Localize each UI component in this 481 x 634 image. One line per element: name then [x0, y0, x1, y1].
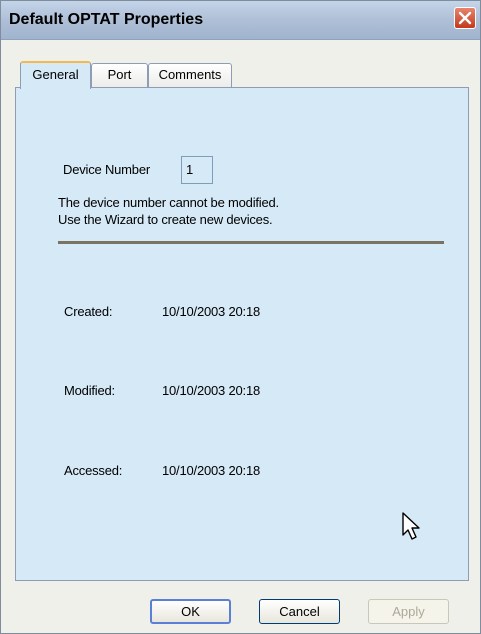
ok-button[interactable]: OK: [150, 599, 231, 624]
properties-dialog: Default OPTAT Properties General Port Co…: [0, 0, 481, 634]
window-title: Default OPTAT Properties: [9, 11, 204, 28]
tab-comments[interactable]: Comments: [148, 63, 232, 87]
tab-general[interactable]: General: [20, 61, 91, 89]
device-number-note-line2: Use the Wizard to create new devices.: [58, 212, 273, 227]
created-value: 10/10/2003 20:18: [162, 304, 261, 319]
apply-button[interactable]: Apply: [368, 599, 449, 624]
device-number-field: 1: [181, 156, 213, 184]
close-x-icon: [458, 11, 472, 25]
title-bar[interactable]: Default OPTAT Properties: [1, 1, 480, 40]
device-number-label: Device Number: [63, 162, 150, 177]
mouse-pointer-icon: [401, 511, 423, 546]
accessed-value: 10/10/2003 20:18: [162, 463, 261, 478]
tab-port[interactable]: Port: [91, 63, 148, 87]
general-tab-panel: Device Number 1 The device number cannot…: [15, 87, 469, 581]
cancel-button[interactable]: Cancel: [259, 599, 340, 624]
device-number-note-line1: The device number cannot be modified.: [58, 195, 279, 210]
close-button[interactable]: [454, 7, 476, 29]
accessed-label: Accessed:: [64, 463, 123, 478]
separator-line: [58, 241, 444, 244]
modified-value: 10/10/2003 20:18: [162, 383, 261, 398]
created-label: Created:: [64, 304, 113, 319]
modified-label: Modified:: [64, 383, 115, 398]
